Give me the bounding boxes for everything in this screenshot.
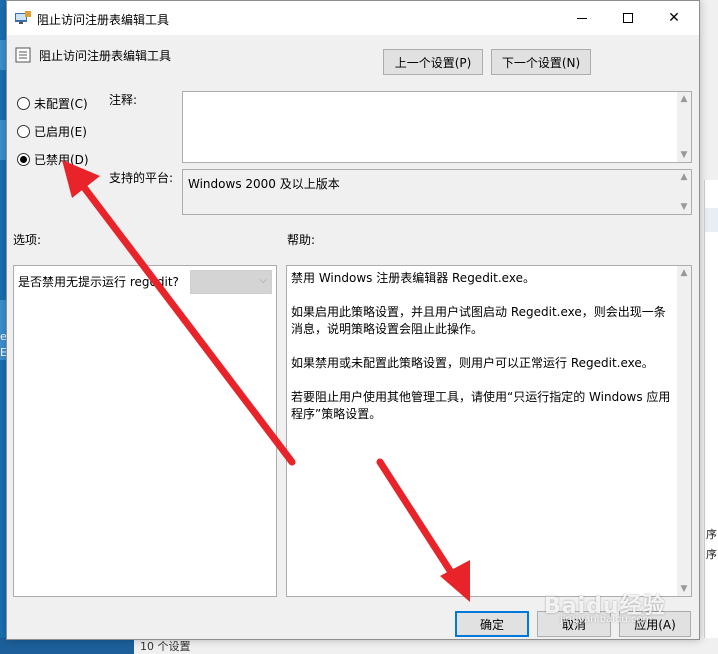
radio-enabled[interactable]: 已启用(E)	[17, 123, 87, 140]
platform-scrollbar[interactable]: ▲ ▼	[677, 170, 691, 214]
option-question: 是否禁用无提示运行 regedit?	[18, 275, 179, 289]
baidu-watermark-url: jingyan.baidu.com	[560, 614, 653, 625]
supported-platform-field: Windows 2000 及以上版本 ▲ ▼	[182, 169, 692, 215]
comment-textbox[interactable]: ▲ ▼	[182, 91, 692, 163]
background-text: 序	[706, 548, 717, 561]
radio-circle-checked[interactable]	[17, 153, 30, 166]
policy-dialog: 阻止访问注册表编辑工具 ✕ 阻止访问注册表编辑工具 上一个设置(P) 下一个设置…	[6, 0, 700, 640]
background-panel	[0, 638, 134, 654]
maximize-icon	[623, 13, 633, 23]
radio-disabled[interactable]: 已禁用(D)	[17, 151, 89, 168]
radio-circle[interactable]	[17, 125, 30, 138]
help-scrollbar[interactable]: ▲ ▼	[677, 266, 691, 596]
policy-name: 阻止访问注册表编辑工具	[39, 49, 172, 63]
help-panel: 禁用 Windows 注册表编辑器 Regedit.exe。 如果启用此策略设置…	[286, 265, 692, 597]
minimize-button[interactable]	[559, 1, 605, 35]
minimize-icon	[577, 17, 587, 19]
chevron-down-icon: ⌵	[259, 275, 267, 286]
scroll-down-icon[interactable]: ▼	[677, 148, 691, 162]
background-text: 序	[706, 528, 717, 541]
comment-scrollbar[interactable]: ▲ ▼	[677, 92, 691, 162]
close-icon: ✕	[668, 10, 680, 26]
help-paragraph: 如果禁用或未配置此策略设置，则用户可以正常运行 Regedit.exe。	[291, 356, 654, 370]
help-paragraph: 禁用 Windows 注册表编辑器 Regedit.exe。	[291, 271, 535, 285]
previous-setting-button[interactable]: 上一个设置(P)	[383, 49, 483, 75]
comment-label: 注释:	[109, 93, 138, 107]
help-label: 帮助:	[287, 233, 316, 247]
scroll-up-icon[interactable]: ▲	[677, 92, 691, 106]
title-bar[interactable]: 阻止访问注册表编辑工具 ✕	[7, 1, 699, 35]
options-label: 选项:	[13, 233, 42, 247]
radio-label: 已启用(E)	[34, 125, 87, 139]
background-status-text: 10 个设置	[140, 640, 191, 653]
maximize-button[interactable]	[605, 1, 651, 35]
help-paragraph: 如果启用此策略设置，并且用户试图启动 Regedit.exe，则会出现一条消息，…	[291, 305, 666, 336]
background-status-bar: 10 个设置	[0, 638, 718, 654]
background-window-right: 序 序	[704, 180, 718, 654]
option-dropdown[interactable]: ⌵	[190, 270, 272, 294]
radio-not-configured[interactable]: 未配置(C)	[17, 95, 88, 112]
scroll-down-icon[interactable]: ▼	[677, 582, 691, 596]
window-title: 阻止访问注册表编辑工具	[37, 13, 170, 27]
policy-app-icon	[15, 11, 31, 24]
help-paragraph: 若要阻止用户使用其他管理工具，请使用“只运行指定的 Windows 应用程序”策…	[291, 390, 671, 421]
scroll-down-icon[interactable]: ▼	[677, 200, 691, 214]
ok-button[interactable]: 确定	[455, 611, 529, 637]
close-button[interactable]: ✕	[651, 1, 697, 35]
radio-label: 未配置(C)	[34, 97, 88, 111]
radio-circle[interactable]	[17, 97, 30, 110]
radio-label: 已禁用(D)	[34, 153, 89, 167]
policy-setting-icon	[15, 47, 31, 63]
background-header	[705, 208, 718, 232]
scroll-up-icon[interactable]: ▲	[677, 170, 691, 184]
options-panel: 是否禁用无提示运行 regedit? ⌵	[13, 265, 277, 597]
supported-platform-label: 支持的平台:	[109, 171, 174, 185]
supported-platform-value: Windows 2000 及以上版本	[188, 177, 340, 191]
next-setting-button[interactable]: 下一个设置(N)	[491, 49, 591, 75]
scroll-up-icon[interactable]: ▲	[677, 266, 691, 280]
